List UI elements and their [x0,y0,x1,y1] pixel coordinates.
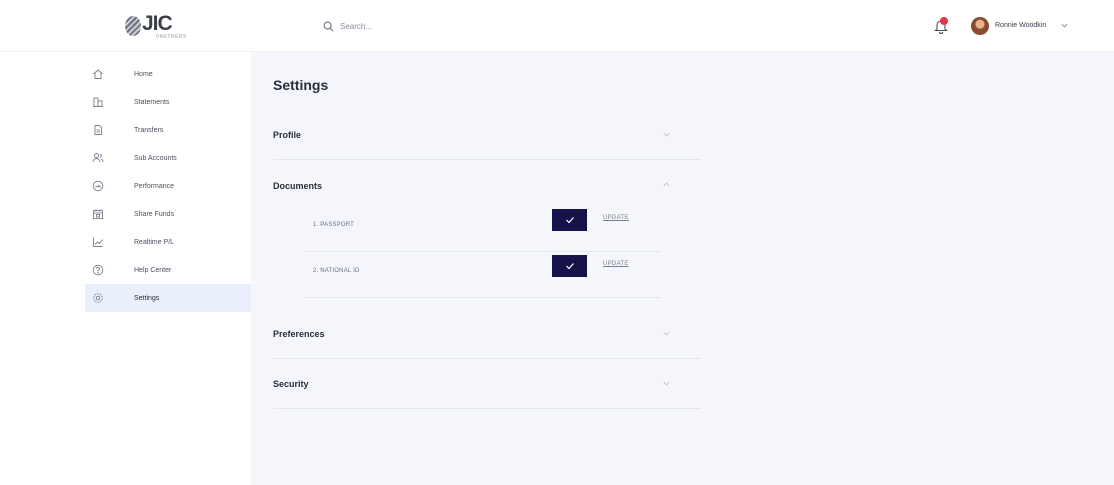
section-profile[interactable]: Profile [273,110,701,160]
sidebar-item-label: Transfers [134,126,164,134]
chevron-down-icon[interactable] [662,329,671,338]
sidebar-item-label: Performance [134,182,175,190]
brand-logo[interactable]: JIC PARTNERS [125,12,193,40]
search-bar [323,16,520,36]
sidebar-item-realtime-pl[interactable]: Realtime P/L [85,228,251,256]
chevron-up-icon[interactable] [662,180,671,189]
home-icon [92,68,104,80]
document-verified-button[interactable] [552,209,587,231]
document-label: 1. PASSPORT [313,222,354,228]
section-title: Profile [273,130,302,140]
chevron-down-icon[interactable] [1060,21,1069,30]
logo-main-text: JIC [142,11,173,35]
sidebar-item-label: Realtime P/L [134,238,175,246]
sidebar-item-label: Settings [134,294,160,302]
gauge-icon [92,180,104,192]
document-row-national-id: 2. NATIONAL ID UPDATE [305,252,661,298]
top-bar: JIC PARTNERS Ronnie Woodkin [0,0,1114,52]
document-icon [92,124,104,136]
section-title: Documents [273,181,323,191]
logo-mark-icon [125,16,141,36]
check-icon [565,263,574,270]
sidebar-item-sub-accounts[interactable]: Sub Accounts [85,144,251,172]
sidebar-item-label: Statements [134,98,170,106]
sidebar-item-label: Sub Accounts [134,154,177,162]
sidebar-item-label: Home [134,70,153,78]
sidebar-item-performance[interactable]: Performance [85,172,251,200]
notification-badge [940,17,948,25]
update-link[interactable]: UPDATE [603,215,629,221]
document-verified-button[interactable] [552,255,587,277]
sidebar-item-home[interactable]: Home [85,60,251,88]
gear-icon [92,292,104,304]
logo-sub-text: PARTNERS [156,33,187,40]
settings-panel: Settings Profile Documents 1. PASSPORT U… [251,52,1114,485]
line-chart-icon [92,236,104,248]
section-security[interactable]: Security [273,359,701,409]
users-icon [92,152,104,164]
section-title: Preferences [273,329,325,339]
update-link[interactable]: UPDATE [603,261,629,267]
check-icon [565,217,574,224]
sidebar-item-statements[interactable]: Statements [85,88,251,116]
sidebar-item-label: Share Funds [134,210,175,218]
sidebar-item-share-funds[interactable]: Share Funds [85,200,251,228]
section-preferences[interactable]: Preferences [273,309,701,359]
search-icon [323,21,334,31]
help-icon [92,264,104,276]
sidebar-item-help-center[interactable]: Help Center [85,256,251,284]
document-label: 2. NATIONAL ID [313,268,360,274]
document-row-passport: 1. PASSPORT UPDATE [305,206,661,252]
calendar-icon [92,208,104,220]
chevron-down-icon[interactable] [662,379,671,388]
user-name[interactable]: Ronnie Woodkin [995,22,1046,29]
sidebar: Home Statements Transfers Sub Accounts P… [85,60,251,312]
sidebar-item-transfers[interactable]: Transfers [85,116,251,144]
page-title: Settings [273,77,329,93]
section-title: Security [273,379,309,389]
avatar[interactable] [971,17,989,35]
sidebar-item-settings[interactable]: Settings [85,284,251,312]
sidebar-item-label: Help Center [134,266,172,274]
chevron-down-icon[interactable] [662,130,671,139]
search-input[interactable] [340,21,520,31]
buildings-icon [92,96,104,108]
